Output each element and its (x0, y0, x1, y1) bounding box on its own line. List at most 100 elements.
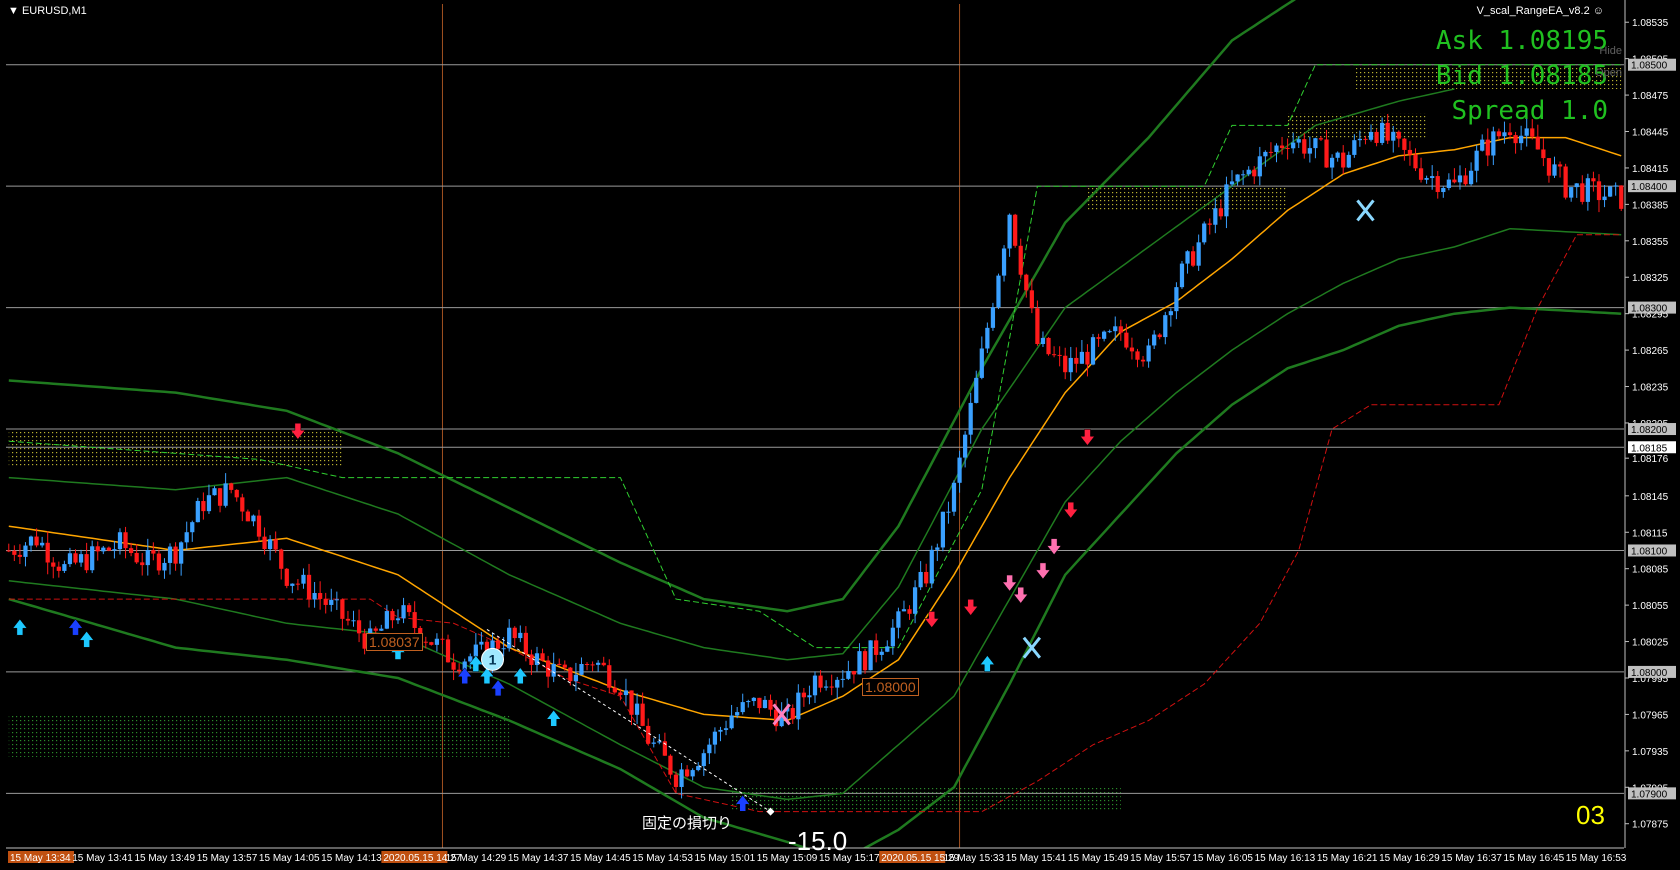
candle-body (596, 662, 601, 665)
candle-body (607, 665, 612, 688)
price-axis: 1.085351.085051.084751.084451.084151.083… (1624, 0, 1680, 870)
price-tick-label: 1.08265 (1632, 346, 1669, 357)
candle-body (251, 515, 256, 522)
candle-body (1396, 131, 1401, 139)
candle-body (73, 553, 78, 563)
candle-body (957, 457, 962, 483)
buy-arrow (12, 618, 28, 636)
sell-arrow (924, 611, 940, 628)
sell-arrow (1035, 562, 1051, 580)
cross-signal (1356, 199, 1375, 222)
candle-body (1113, 326, 1118, 332)
candle-body (440, 638, 445, 640)
candle-body (1585, 178, 1590, 202)
level-tag: 1.08185 (1631, 443, 1668, 454)
candle-body (1291, 142, 1296, 149)
smiley-icon: ☺ (1592, 5, 1604, 17)
candle-body (1557, 164, 1563, 167)
candle-body (523, 632, 528, 655)
candle-body (1168, 311, 1173, 316)
candle-body (1013, 214, 1018, 246)
candle-body (1029, 290, 1034, 309)
candle-body (1202, 223, 1207, 243)
price-tick-label: 1.08145 (1632, 492, 1669, 503)
candle-body (95, 546, 100, 552)
candle-body (306, 574, 312, 600)
price-tick-label: 1.08535 (1632, 18, 1669, 29)
candle-body (173, 546, 178, 564)
candle-body (1279, 145, 1285, 148)
candle-body (1463, 175, 1468, 185)
candle-body (1102, 331, 1107, 339)
candle-body (179, 542, 184, 564)
candle-body (1430, 176, 1435, 179)
candle-body (757, 697, 762, 709)
range-zone (8, 714, 510, 757)
triangle-down-icon[interactable]: ▼ (8, 5, 19, 17)
candle-body (1307, 148, 1312, 154)
buy-arrow (979, 655, 995, 672)
hide-button[interactable]: Hide (1599, 45, 1622, 57)
candle-body (1246, 169, 1251, 175)
candle-body (1574, 183, 1579, 188)
candle-body (1352, 140, 1357, 155)
candle-body (1057, 354, 1062, 356)
candle-body (1051, 354, 1057, 356)
candle-body (1457, 175, 1463, 183)
candle-body (1241, 174, 1246, 176)
candle-body (67, 553, 73, 565)
candle-body (1268, 151, 1274, 153)
candle-body (584, 664, 590, 666)
candle-body (712, 731, 718, 745)
candle-body (284, 568, 289, 586)
outer-lower-band (8, 306, 1622, 862)
candle-body (6, 550, 11, 552)
candle-body (151, 550, 156, 554)
candle-body (329, 599, 334, 605)
candle-body (1329, 157, 1335, 168)
candle-body (1580, 183, 1585, 202)
candle-body (1502, 132, 1507, 137)
candle-body (273, 539, 278, 550)
candle-body (729, 715, 734, 729)
candle-body (1474, 150, 1479, 171)
candle-body (312, 593, 317, 600)
price-chart[interactable]: 1 1.085351.085051.084751.084451.084151.0… (0, 0, 1680, 870)
buy-arrow (490, 679, 506, 697)
buy-arrow (67, 618, 84, 636)
candle-body (1274, 145, 1279, 153)
candle-body (990, 307, 996, 328)
candle-body (229, 483, 234, 490)
candle-body (968, 402, 973, 435)
mt4-chart-window[interactable]: 1 1.085351.085051.084751.084451.084151.0… (0, 0, 1680, 870)
vertical-event-lines (441, 4, 961, 848)
candle-body (612, 687, 617, 693)
expert-advisor-label[interactable]: V_scal_RangeEA_v8.2 ☺ (1477, 5, 1604, 17)
candle-body (1152, 334, 1157, 346)
candle-body (1402, 138, 1407, 150)
candle-body (679, 769, 684, 787)
candle-body (857, 651, 862, 675)
time-label: 15 May 16:05 (1192, 853, 1253, 864)
candle-body (1524, 128, 1529, 136)
range-zone (1087, 186, 1288, 211)
candle-body (117, 532, 123, 550)
open-button[interactable]: Open (1595, 67, 1622, 79)
candle-body (429, 642, 434, 645)
candle-body (590, 664, 595, 666)
candle-body (240, 497, 245, 512)
time-label: 15 May 16:37 (1441, 853, 1502, 864)
symbol-title[interactable]: ▼ EURUSD,M1 (8, 5, 87, 17)
price-tick-label: 1.08055 (1632, 601, 1669, 612)
candle-body (951, 482, 957, 512)
time-label: 15 May 14:37 (508, 853, 569, 864)
candle-body (195, 501, 200, 523)
candle-body (101, 547, 106, 552)
candle-body (340, 599, 345, 619)
candle-body (1235, 174, 1240, 182)
candle-body (1368, 131, 1374, 140)
candle-body (223, 483, 228, 506)
time-label: 15 May 15:57 (1130, 853, 1191, 864)
candle-body (1407, 149, 1413, 155)
candle-body (907, 609, 912, 614)
